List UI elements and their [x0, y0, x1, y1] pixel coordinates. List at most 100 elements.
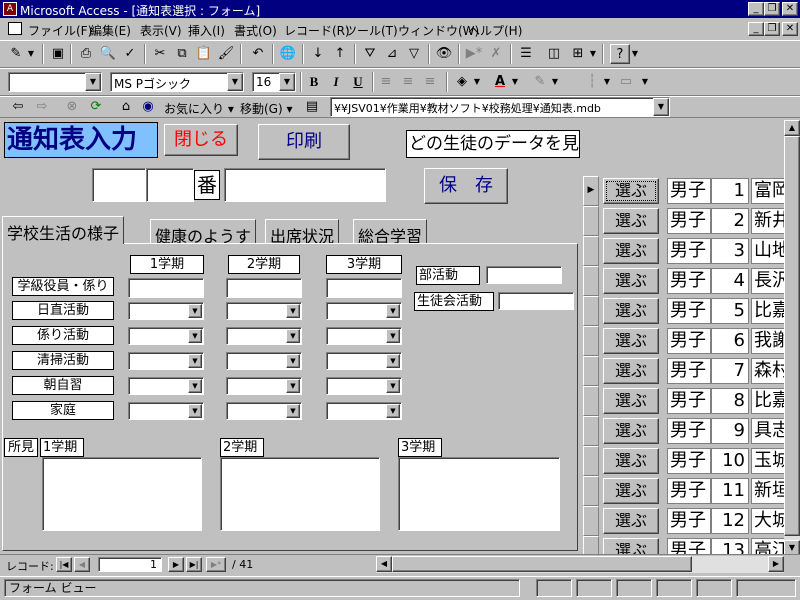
menu-format[interactable]: 書式(O) — [234, 22, 277, 39]
chevron-down-icon[interactable]: ▼ — [188, 404, 202, 418]
class-officer-term2-input[interactable] — [226, 278, 302, 298]
special-effect-icon[interactable]: ▭ — [616, 72, 636, 92]
record-selector[interactable] — [583, 266, 599, 296]
fill-color-icon[interactable]: ◈ — [452, 72, 472, 92]
save-icon[interactable]: ▣ — [48, 44, 68, 64]
remarks-term2-textarea[interactable] — [220, 457, 380, 531]
next-record-icon[interactable]: ▶ — [168, 557, 184, 572]
record-selector[interactable] — [583, 506, 599, 536]
day-duty-term3-select[interactable]: ▼ — [326, 302, 402, 320]
last-record-icon[interactable]: ▶| — [186, 557, 202, 572]
sort-ascending-icon[interactable]: ↓ — [308, 44, 328, 64]
back-icon[interactable]: ⇦ — [8, 97, 28, 117]
chevron-down-icon[interactable]: ▼ — [286, 354, 300, 368]
menu-help[interactable]: ヘルプ(H) — [468, 22, 522, 39]
home-term2-select[interactable]: ▼ — [226, 402, 302, 420]
chevron-down-icon[interactable]: ▼ — [386, 304, 400, 318]
font-name-select[interactable]: MS Pゴシック ▼ — [110, 72, 244, 92]
align-center-icon[interactable]: ≡ — [398, 72, 418, 92]
address-field[interactable]: ¥¥JSV01¥作業用¥教材ソフト¥校務処理¥通知表.mdb ▼ — [330, 97, 670, 117]
minimize-button[interactable]: _ — [748, 2, 764, 16]
record-selector[interactable] — [583, 326, 599, 356]
committee-term2-select[interactable]: ▼ — [226, 327, 302, 345]
save-button[interactable]: 保 存 — [424, 168, 508, 204]
current-record-input[interactable]: 1 — [98, 557, 162, 572]
font-size-select[interactable]: 16 ▼ — [252, 72, 296, 92]
chevron-down-icon[interactable]: ▼ — [386, 379, 400, 393]
align-right-icon[interactable]: ≡ — [420, 72, 440, 92]
record-selector[interactable] — [583, 206, 599, 236]
home-term3-select[interactable]: ▼ — [326, 402, 402, 420]
delete-record-icon[interactable]: ✗ — [486, 44, 506, 64]
properties-icon[interactable]: ☰ — [516, 44, 536, 64]
chevron-down-icon[interactable]: ▼ — [188, 329, 202, 343]
refresh-icon[interactable]: ⟳ — [86, 97, 106, 117]
morning-study-term1-select[interactable]: ▼ — [128, 377, 204, 395]
stop-icon[interactable]: ⊗ — [62, 97, 82, 117]
paste-icon[interactable]: 📋 — [194, 44, 214, 64]
doc-minimize-button[interactable]: _ — [748, 22, 764, 36]
previous-record-icon[interactable]: ◀ — [74, 557, 90, 572]
copy-icon[interactable]: ⧉ — [172, 44, 192, 64]
select-student-button[interactable]: 選ぶ — [603, 508, 659, 534]
chevron-down-icon[interactable]: ▼ — [286, 404, 300, 418]
line-color-dropdown-icon[interactable]: ▼ — [550, 72, 560, 92]
menu-view[interactable]: 表示(V) — [140, 22, 182, 39]
chevron-down-icon[interactable]: ▼ — [386, 354, 400, 368]
select-student-button[interactable]: 選ぶ — [603, 238, 659, 264]
goto-menu[interactable]: 移動(G) ▾ — [240, 100, 293, 117]
first-record-icon[interactable]: |◀ — [56, 557, 72, 572]
filter-by-form-icon[interactable]: ⊿ — [382, 44, 402, 64]
apply-filter-icon[interactable]: ▽ — [404, 44, 424, 64]
select-student-button[interactable]: 選ぶ — [603, 208, 659, 234]
class-officer-term1-input[interactable] — [128, 278, 204, 298]
underline-button[interactable]: U — [348, 72, 368, 92]
menu-insert[interactable]: 挿入(I) — [188, 22, 225, 39]
record-selector[interactable] — [583, 446, 599, 476]
horizontal-scroll-thumb[interactable] — [392, 556, 692, 572]
record-selector[interactable] — [583, 296, 599, 326]
chevron-down-icon[interactable]: ▼ — [85, 73, 101, 91]
show-only-web-toolbar-icon[interactable]: ▤ — [302, 97, 322, 117]
scroll-left-icon[interactable]: ◀ — [376, 556, 392, 572]
print-preview-icon[interactable]: 🔍 — [98, 44, 118, 64]
morning-study-term2-select[interactable]: ▼ — [226, 377, 302, 395]
line-width-icon[interactable]: ┆ — [582, 72, 602, 92]
menu-records[interactable]: レコード(R) — [284, 22, 350, 39]
form-doc-icon[interactable] — [8, 22, 22, 35]
select-student-button[interactable]: 選ぶ — [603, 418, 659, 444]
new-object-dropdown-icon[interactable]: ▼ — [588, 44, 598, 64]
close-window-button[interactable]: ✕ — [782, 2, 798, 16]
select-student-button[interactable]: 選ぶ — [603, 268, 659, 294]
chevron-down-icon[interactable]: ▼ — [188, 354, 202, 368]
sort-descending-icon[interactable]: ↑ — [330, 44, 350, 64]
chevron-down-icon[interactable]: ▼ — [386, 329, 400, 343]
menu-tools[interactable]: ツール(T) — [345, 22, 398, 39]
font-color-dropdown-icon[interactable]: ▼ — [510, 72, 520, 92]
tab-attendance[interactable]: 出席状況 — [265, 219, 340, 246]
select-student-button[interactable]: 選ぶ — [603, 298, 659, 324]
font-color-icon[interactable]: A — [490, 72, 510, 92]
italic-button[interactable]: I — [326, 72, 346, 92]
tab-school-life[interactable]: 学校生活の様子 — [2, 216, 125, 244]
new-record-nav-icon[interactable]: ▶* — [206, 557, 226, 572]
record-selector[interactable] — [583, 536, 599, 556]
chevron-down-icon[interactable]: ▼ — [653, 98, 669, 116]
cleaning-term1-select[interactable]: ▼ — [128, 352, 204, 370]
fill-color-dropdown-icon[interactable]: ▼ — [472, 72, 482, 92]
council-input[interactable] — [498, 292, 574, 310]
access-app-icon[interactable]: A — [3, 2, 17, 16]
chevron-down-icon[interactable]: ▼ — [386, 404, 400, 418]
student-name-field[interactable] — [224, 168, 386, 202]
number-field[interactable] — [146, 168, 194, 202]
find-icon[interactable]: 👁 — [434, 44, 454, 64]
scroll-thumb[interactable] — [784, 136, 800, 536]
doc-close-button[interactable]: ✕ — [782, 22, 798, 36]
home-term1-select[interactable]: ▼ — [128, 402, 204, 420]
select-student-button[interactable]: 選ぶ — [603, 448, 659, 474]
line-color-icon[interactable]: ✎ — [530, 72, 550, 92]
special-effect-dropdown-icon[interactable]: ▼ — [640, 72, 650, 92]
record-selector[interactable]: ▶ — [583, 176, 599, 206]
morning-study-term3-select[interactable]: ▼ — [326, 377, 402, 395]
format-painter-icon[interactable]: 🖌 — [216, 44, 236, 64]
